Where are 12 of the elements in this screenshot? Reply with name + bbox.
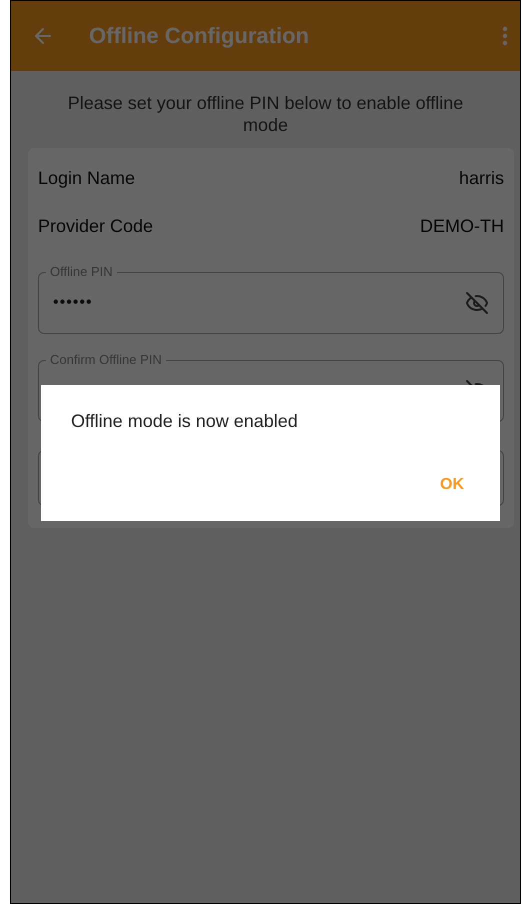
instruction-text: Please set your offline PIN below to enable offline mode [66,92,464,137]
ok-button[interactable]: OK [428,472,476,498]
info-label: Login Name [38,168,136,190]
info-value: DEMO-TH [420,216,504,238]
pin-field[interactable]: •••••• [38,272,504,334]
info-label: Provider Code [38,216,154,238]
screen-title: Offline Configuration [89,23,310,49]
field-value: •••••• [53,294,94,312]
dialog-message: Offline mode is now enabled [71,411,299,432]
eye-off-icon[interactable] [465,291,489,316]
more-icon[interactable] [502,26,508,46]
info-value: harris [458,168,504,190]
